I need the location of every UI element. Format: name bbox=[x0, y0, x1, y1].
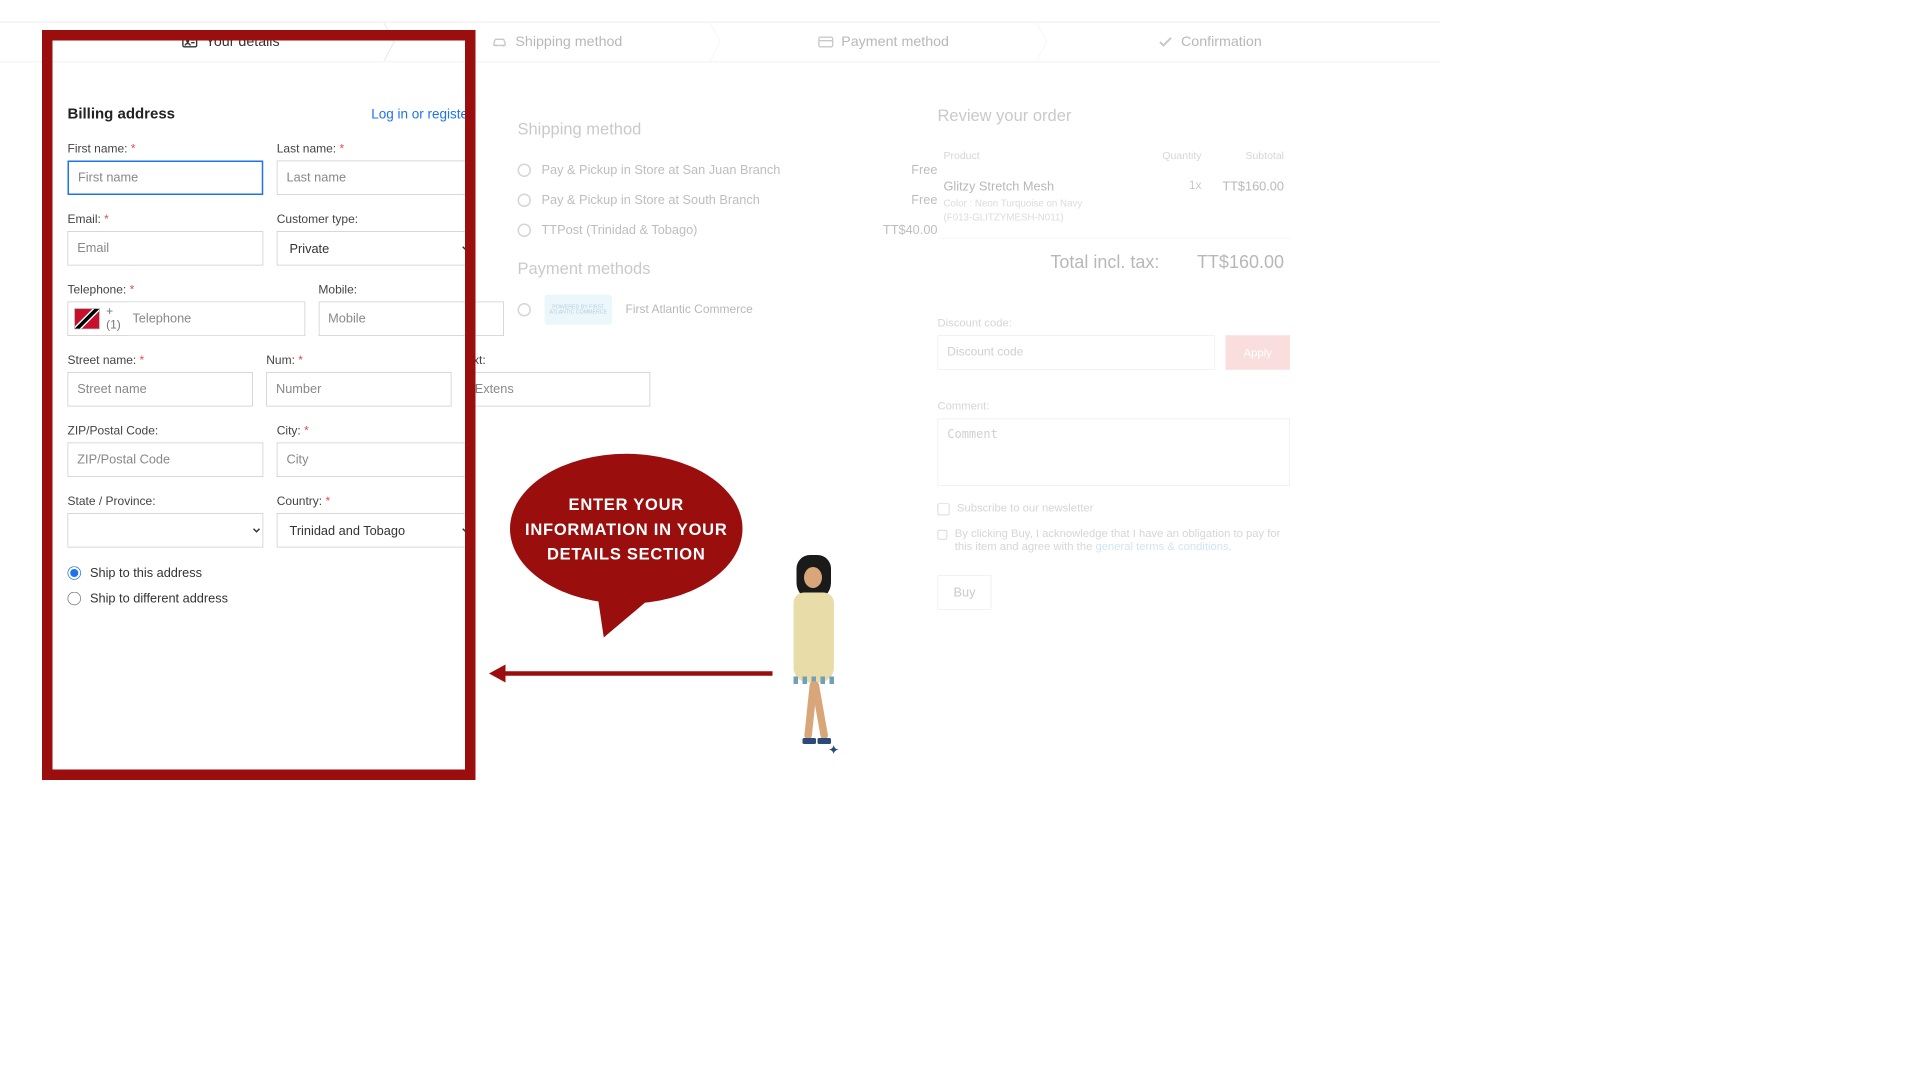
product-variant: Color : Neon Turquoise on Navy bbox=[944, 197, 1135, 208]
telephone-label: Telephone: * bbox=[68, 284, 305, 298]
step-label: Shipping method bbox=[515, 34, 622, 51]
apply-button[interactable]: Apply bbox=[1226, 335, 1291, 370]
checkout-steps: Your details Shipping method Payment met… bbox=[0, 23, 1440, 63]
zip-input[interactable] bbox=[68, 443, 264, 478]
order-review: Review your order Product Quantity Subto… bbox=[938, 106, 1291, 617]
billing-form: Billing address Log in or register First… bbox=[68, 106, 473, 617]
newsletter-checkbox[interactable]: Subscribe to our newsletter bbox=[938, 502, 1291, 516]
order-total: Total incl. tax: TT$160.00 bbox=[938, 239, 1291, 287]
step-label: Your details bbox=[206, 34, 280, 51]
product-subtotal: TT$160.00 bbox=[1202, 179, 1285, 223]
shipping-method-title: Shipping method bbox=[518, 119, 938, 139]
payment-option[interactable]: POWERED BY FIRST ATLANTIC COMMERCE First… bbox=[518, 295, 938, 325]
person-illustration-icon: ✦ bbox=[780, 555, 848, 765]
discount-code-input[interactable] bbox=[938, 335, 1216, 370]
shipping-option[interactable]: TTPost (Trinidad & Tobago) TT$40.00 bbox=[518, 215, 938, 245]
product-sku: (F013-GLITZYMESH-N011) bbox=[944, 212, 1135, 223]
shipping-option[interactable]: Pay & Pickup in Store at South Branch Fr… bbox=[518, 185, 938, 215]
city-input[interactable] bbox=[277, 443, 473, 478]
step-confirmation[interactable]: Confirmation bbox=[1046, 23, 1372, 62]
credit-card-icon bbox=[817, 34, 834, 51]
buy-button[interactable]: Buy bbox=[938, 575, 992, 610]
email-input[interactable] bbox=[68, 231, 264, 266]
step-label: Confirmation bbox=[1181, 34, 1262, 51]
num-label: Num: * bbox=[266, 354, 451, 368]
state-select[interactable] bbox=[68, 513, 264, 548]
shipping-option[interactable]: Pay & Pickup in Store at San Juan Branch… bbox=[518, 155, 938, 185]
step-shipping-method[interactable]: Shipping method bbox=[394, 23, 720, 62]
step-your-details[interactable]: Your details bbox=[68, 23, 394, 62]
country-select[interactable]: Trinidad and Tobago bbox=[277, 513, 473, 548]
first-name-input[interactable] bbox=[68, 161, 264, 196]
instruction-annotation: ENTER YOUR INFORMATION IN YOUR DETAILS S… bbox=[510, 454, 743, 604]
tel-prefix: + (1) bbox=[106, 305, 126, 332]
street-label: Street name: * bbox=[68, 354, 253, 368]
first-name-label: First name: * bbox=[68, 143, 264, 157]
first-atlantic-badge-icon: POWERED BY FIRST ATLANTIC COMMERCE bbox=[545, 295, 613, 325]
radio-icon bbox=[518, 194, 532, 208]
last-name-input[interactable] bbox=[277, 161, 473, 196]
zip-label: ZIP/Postal Code: bbox=[68, 425, 264, 439]
ship-same-radio[interactable]: Ship to this address bbox=[68, 566, 473, 581]
payment-methods-title: Payment methods bbox=[518, 259, 938, 279]
id-card-icon bbox=[182, 34, 199, 51]
num-input[interactable] bbox=[266, 372, 451, 407]
radio-icon bbox=[518, 224, 532, 238]
review-line-item: Glitzy Stretch Mesh Color : Neon Turquoi… bbox=[938, 169, 1291, 239]
flag-trinidad-icon[interactable] bbox=[74, 308, 100, 329]
country-label: Country: * bbox=[277, 495, 473, 509]
radio-icon bbox=[518, 164, 532, 178]
discount-label: Discount code: bbox=[938, 317, 1291, 330]
state-label: State / Province: bbox=[68, 495, 264, 509]
radio-icon bbox=[518, 303, 532, 317]
step-label: Payment method bbox=[841, 34, 949, 51]
ship-same-radio-input[interactable] bbox=[68, 566, 82, 580]
car-icon bbox=[491, 34, 508, 51]
street-input[interactable] bbox=[68, 372, 253, 407]
review-table-header: Product Quantity Subtotal bbox=[938, 142, 1291, 169]
product-name: Glitzy Stretch Mesh bbox=[944, 179, 1135, 194]
product-qty: 1x bbox=[1134, 179, 1202, 223]
review-title: Review your order bbox=[938, 106, 1291, 126]
terms-checkbox[interactable]: By clicking Buy, I acknowledge that I ha… bbox=[938, 527, 1291, 553]
ship-diff-radio-input[interactable] bbox=[68, 592, 82, 606]
speech-bubble: ENTER YOUR INFORMATION IN YOUR DETAILS S… bbox=[510, 454, 743, 604]
comment-textarea[interactable] bbox=[938, 419, 1291, 487]
arrow-left-icon bbox=[503, 671, 773, 676]
email-label: Email: * bbox=[68, 213, 264, 227]
city-label: City: * bbox=[277, 425, 473, 439]
telephone-input[interactable] bbox=[126, 302, 304, 335]
step-payment-method[interactable]: Payment method bbox=[720, 23, 1046, 62]
login-register-link[interactable]: Log in or register bbox=[371, 107, 472, 123]
billing-title: Billing address bbox=[68, 106, 176, 123]
comment-label: Comment: bbox=[938, 400, 1291, 413]
last-name-label: Last name: * bbox=[277, 143, 473, 157]
check-icon bbox=[1157, 34, 1174, 51]
ship-diff-radio[interactable]: Ship to different address bbox=[68, 591, 473, 606]
customer-type-label: Customer type: bbox=[277, 213, 473, 227]
customer-type-select[interactable]: Private bbox=[277, 231, 473, 266]
telephone-input-group[interactable]: + (1) bbox=[68, 302, 305, 337]
terms-link[interactable]: general terms & conditions bbox=[1095, 540, 1228, 553]
